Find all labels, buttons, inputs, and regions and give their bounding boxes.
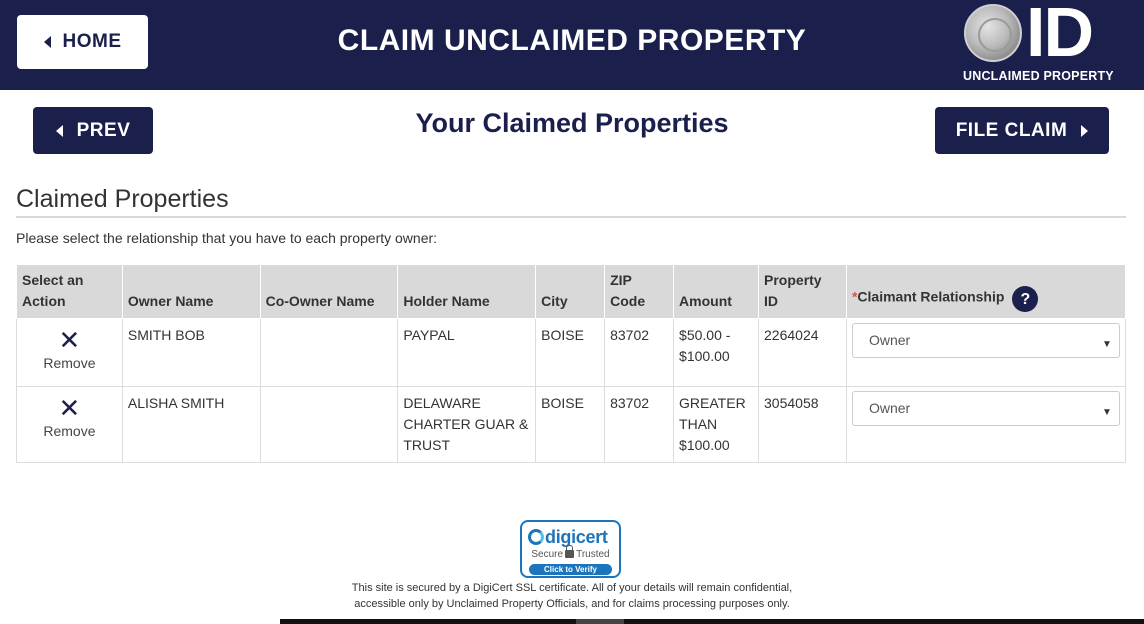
owner-name-cell: ALISHA SMITH bbox=[121, 386, 261, 463]
col-header-holder: Holder Name bbox=[397, 264, 537, 319]
property-id-cell: 2264024 bbox=[758, 318, 847, 387]
idaho-unclaimed-property-logo[interactable]: ID UNCLAIMED PROPERTY bbox=[960, 0, 1120, 86]
col-header-amount: Amount bbox=[673, 264, 760, 319]
zip-cell: 83702 bbox=[604, 386, 675, 463]
prev-button-label: PREV bbox=[76, 119, 131, 141]
holder-name-cell: DELAWARE CHARTER GUAR & TRUST bbox=[397, 386, 537, 463]
logo-id-text: ID bbox=[1026, 0, 1094, 71]
security-notice: This site is secured by a DigiCert SSL c… bbox=[351, 582, 793, 610]
relationship-header-label: Claimant Relationship bbox=[857, 288, 1005, 305]
chevron-down-icon: ▼ bbox=[1102, 339, 1112, 350]
bottom-edge-bar-segment bbox=[576, 619, 624, 624]
action-cell: ✕ Remove bbox=[16, 318, 123, 387]
amount-cell: $50.00 - $100.00 bbox=[673, 318, 760, 387]
home-button[interactable]: HOME bbox=[17, 15, 148, 69]
col-header-city: City bbox=[535, 264, 606, 319]
top-header-bar: HOME CLAIM UNCLAIMED PROPERTY ID UNCLAIM… bbox=[0, 0, 1144, 90]
section-divider bbox=[16, 216, 1126, 218]
claimant-relationship-select[interactable]: Owner ▼ bbox=[851, 391, 1120, 426]
city-cell: BOISE bbox=[535, 386, 606, 463]
select-value: Owner bbox=[868, 332, 911, 348]
caret-left-icon bbox=[55, 124, 63, 137]
col-header-action: Select an Action bbox=[16, 264, 123, 319]
col-header-coowner: Co-Owner Name bbox=[259, 264, 399, 319]
home-button-label: HOME bbox=[62, 31, 122, 52]
action-cell: ✕ Remove bbox=[16, 386, 123, 463]
table-row: ✕ Remove SMITH BOB PAYPAL BOISE 83702 $5… bbox=[16, 318, 1127, 387]
file-claim-button[interactable]: FILE CLAIM bbox=[935, 107, 1109, 154]
close-icon: ✕ bbox=[58, 325, 81, 355]
table-row: ✕ Remove ALISHA SMITH DELAWARE CHARTER GU… bbox=[16, 386, 1127, 463]
caret-right-icon bbox=[1081, 124, 1089, 137]
digicert-seal[interactable]: digicert Secure Trusted Click to Verify bbox=[520, 520, 621, 578]
chevron-down-icon: ▼ bbox=[1102, 407, 1112, 418]
city-cell: BOISE bbox=[535, 318, 606, 387]
close-icon: ✕ bbox=[58, 393, 81, 423]
bottom-edge-bar bbox=[280, 619, 1144, 624]
digicert-secure-trusted: Secure Trusted bbox=[531, 545, 610, 560]
relationship-cell: Owner ▼ bbox=[845, 318, 1127, 387]
state-seal-icon bbox=[964, 4, 1022, 62]
col-header-property-id: Property ID bbox=[758, 264, 847, 319]
table-header-row: Select an Action Owner Name Co-Owner Name… bbox=[16, 264, 1127, 319]
coowner-name-cell bbox=[259, 386, 399, 463]
click-to-verify-link[interactable]: Click to Verify bbox=[529, 564, 612, 575]
file-claim-button-label: FILE CLAIM bbox=[955, 119, 1068, 141]
section-heading: Claimed Properties bbox=[16, 185, 229, 213]
digicert-logo-icon bbox=[528, 529, 544, 545]
owner-name-cell: SMITH BOB bbox=[121, 318, 261, 387]
remove-button[interactable]: ✕ Remove bbox=[22, 395, 117, 442]
col-header-zip: ZIP Code bbox=[604, 264, 675, 319]
relationship-cell: Owner ▼ bbox=[845, 386, 1127, 463]
col-header-owner: Owner Name bbox=[121, 264, 261, 319]
claimant-relationship-select[interactable]: Owner ▼ bbox=[851, 323, 1120, 358]
property-id-cell: 3054058 bbox=[758, 386, 847, 463]
remove-label: Remove bbox=[43, 423, 96, 439]
col-header-relationship: *Claimant Relationship ? bbox=[845, 264, 1127, 319]
logo-subtitle: UNCLAIMED PROPERTY bbox=[963, 69, 1114, 83]
select-value: Owner bbox=[868, 400, 911, 416]
holder-name-cell: PAYPAL bbox=[397, 318, 537, 387]
remove-label: Remove bbox=[43, 355, 96, 371]
remove-button[interactable]: ✕ Remove bbox=[22, 327, 117, 374]
lock-icon bbox=[565, 545, 575, 558]
coowner-name-cell bbox=[259, 318, 399, 387]
caret-left-icon bbox=[43, 36, 51, 48]
zip-cell: 83702 bbox=[604, 318, 675, 387]
amount-cell: GREATER THAN $100.00 bbox=[673, 386, 760, 463]
claimed-properties-table: Select an Action Owner Name Co-Owner Name… bbox=[16, 264, 1127, 463]
page-title: Your Claimed Properties bbox=[415, 108, 729, 138]
prev-button[interactable]: PREV bbox=[33, 107, 153, 154]
app-title: CLAIM UNCLAIMED PROPERTY bbox=[337, 24, 807, 57]
help-question-icon[interactable]: ? bbox=[1012, 286, 1039, 312]
instructions-text: Please select the relationship that you … bbox=[16, 230, 438, 246]
